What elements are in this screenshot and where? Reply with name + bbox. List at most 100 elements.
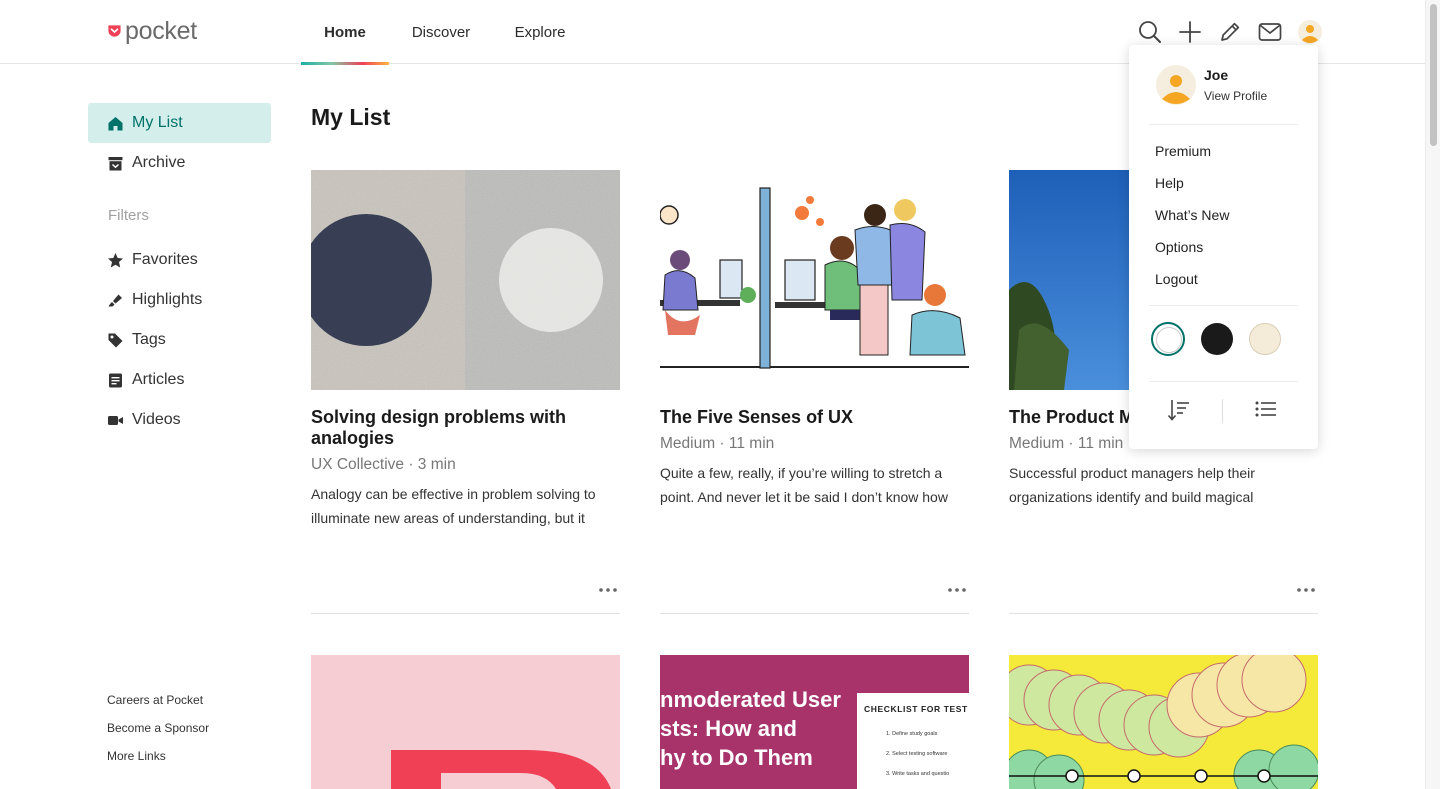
add-icon: [1179, 21, 1201, 43]
sidebar-footer: Careers at Pocket Become a Sponsor More …: [107, 693, 209, 777]
sidebar-item-label: Archive: [132, 154, 186, 171]
card-meta: UX Collective · 3 min: [311, 456, 456, 473]
theme-sepia-button[interactable]: [1249, 323, 1281, 355]
card-image: [311, 170, 620, 390]
sidebar-item-tags[interactable]: Tags: [88, 320, 271, 360]
highlighter-icon: [107, 292, 124, 309]
sidebar-item-videos[interactable]: Videos: [88, 400, 271, 440]
article-card[interactable]: Solving design problems with analogies U…: [311, 170, 620, 620]
theme-picker: [1151, 322, 1297, 356]
card-thumbnail[interactable]: [311, 170, 620, 390]
view-profile-link[interactable]: View Profile: [1204, 89, 1267, 103]
avatar-icon: [1298, 20, 1322, 44]
tab-home[interactable]: Home: [301, 0, 389, 65]
list-view-icon[interactable]: [1253, 397, 1279, 423]
view-controls-divider: [1222, 399, 1223, 423]
menu-divider: [1149, 305, 1298, 306]
inbox-button[interactable]: [1250, 18, 1290, 46]
menu-item-options[interactable]: Options: [1155, 237, 1229, 269]
article-card-thumbnail[interactable]: [1009, 655, 1318, 789]
sidebar-item-archive[interactable]: Archive: [88, 143, 271, 183]
home-icon: [107, 115, 124, 132]
sidebar-item-my-list[interactable]: My List: [88, 103, 271, 143]
card-excerpt: Quite a few, really, if you’re willing t…: [660, 465, 948, 505]
more-links[interactable]: More Links: [107, 749, 209, 777]
pocket-logo[interactable]: pocket: [107, 19, 197, 44]
sidebar-item-label: Tags: [132, 331, 166, 348]
scrollbar-thumb[interactable]: [1430, 4, 1437, 146]
more-dots-icon: [948, 588, 966, 592]
account-button[interactable]: [1290, 18, 1330, 46]
menu-item-logout[interactable]: Logout: [1155, 269, 1229, 301]
view-controls: [1129, 395, 1318, 425]
card-title[interactable]: Solving design problems with analogies: [311, 407, 620, 449]
menu-item-help[interactable]: Help: [1155, 173, 1229, 205]
profile-menu: Joe View Profile Premium Help What’s New…: [1129, 45, 1318, 449]
tab-discover[interactable]: Discover: [389, 0, 493, 64]
sidebar-item-label: Videos: [132, 411, 181, 428]
edit-button[interactable]: [1210, 18, 1250, 46]
avatar: [1156, 65, 1196, 105]
star-icon: [107, 252, 124, 269]
video-icon: [107, 412, 124, 429]
search-icon: [1139, 21, 1161, 43]
card-image: [311, 655, 620, 789]
card-divider: [1009, 613, 1318, 614]
logo-wordmark: pocket: [125, 17, 197, 45]
theme-light-button[interactable]: [1151, 322, 1185, 356]
search-button[interactable]: [1130, 18, 1170, 46]
profile-link[interactable]: Joe View Profile: [1156, 65, 1267, 105]
card-meta: Medium · 11 min: [660, 435, 775, 452]
pencil-icon: [1221, 22, 1240, 41]
card-image: [1009, 655, 1318, 789]
profile-name: Joe: [1204, 67, 1229, 83]
card-more-button[interactable]: [1296, 581, 1316, 599]
mail-icon: [1258, 23, 1282, 41]
archive-icon: [107, 155, 124, 172]
add-button[interactable]: [1170, 18, 1210, 46]
tab-explore[interactable]: Explore: [493, 0, 587, 64]
card-image: [660, 170, 969, 390]
card-more-button[interactable]: [947, 581, 967, 599]
sidebar-item-label: My List: [132, 114, 183, 131]
main-nav: Home Discover Explore: [301, 0, 587, 65]
sidebar-item-label: Favorites: [132, 251, 198, 268]
header-actions: [1130, 18, 1330, 46]
card-divider: [311, 613, 620, 614]
card-divider: [660, 613, 969, 614]
sidebar-item-favorites[interactable]: Favorites: [88, 240, 271, 280]
sidebar-item-highlights[interactable]: Highlights: [88, 280, 271, 320]
pocket-logo-icon: [108, 25, 121, 37]
card-image-checklist: CHECKLIST FOR TEST 1. Define study goals…: [857, 693, 969, 789]
menu-item-whats-new[interactable]: What’s New: [1155, 205, 1229, 237]
menu-item-premium[interactable]: Premium: [1155, 141, 1229, 173]
profile-menu-items: Premium Help What’s New Options Logout: [1155, 141, 1229, 301]
article-card-thumbnail[interactable]: nmoderated User sts: How and hy to Do Th…: [660, 655, 969, 789]
card-excerpt: Successful product managers help their o…: [1009, 465, 1255, 505]
card-more-button[interactable]: [598, 581, 618, 599]
card-excerpt: Analogy can be effective in problem solv…: [311, 486, 596, 526]
card-thumbnail[interactable]: [660, 170, 969, 390]
more-dots-icon: [599, 588, 617, 592]
avatar-icon: [1162, 75, 1190, 104]
theme-dark-button[interactable]: [1201, 323, 1233, 355]
page-title: My List: [311, 104, 391, 130]
careers-link[interactable]: Careers at Pocket: [107, 693, 209, 721]
tag-icon: [107, 332, 124, 349]
sidebar: My List Archive Filters Favorites Highli…: [88, 103, 271, 440]
sidebar-item-articles[interactable]: Articles: [88, 360, 271, 400]
card-title[interactable]: The Five Senses of UX: [660, 407, 969, 428]
filters-heading: Filters: [108, 207, 149, 224]
sort-icon[interactable]: [1166, 397, 1192, 423]
sidebar-item-label: Articles: [132, 371, 185, 388]
menu-divider: [1149, 124, 1298, 125]
vertical-scrollbar[interactable]: [1425, 0, 1440, 789]
sidebar-item-label: Highlights: [132, 291, 203, 308]
article-card[interactable]: The Five Senses of UX Medium · 11 min Qu…: [660, 170, 969, 620]
more-dots-icon: [1297, 588, 1315, 592]
article-icon: [107, 372, 124, 389]
menu-divider: [1149, 381, 1298, 382]
article-card-thumbnail[interactable]: [311, 655, 620, 789]
sponsor-link[interactable]: Become a Sponsor: [107, 721, 209, 749]
card-image-text: nmoderated User sts: How and hy to Do Th…: [660, 687, 841, 770]
